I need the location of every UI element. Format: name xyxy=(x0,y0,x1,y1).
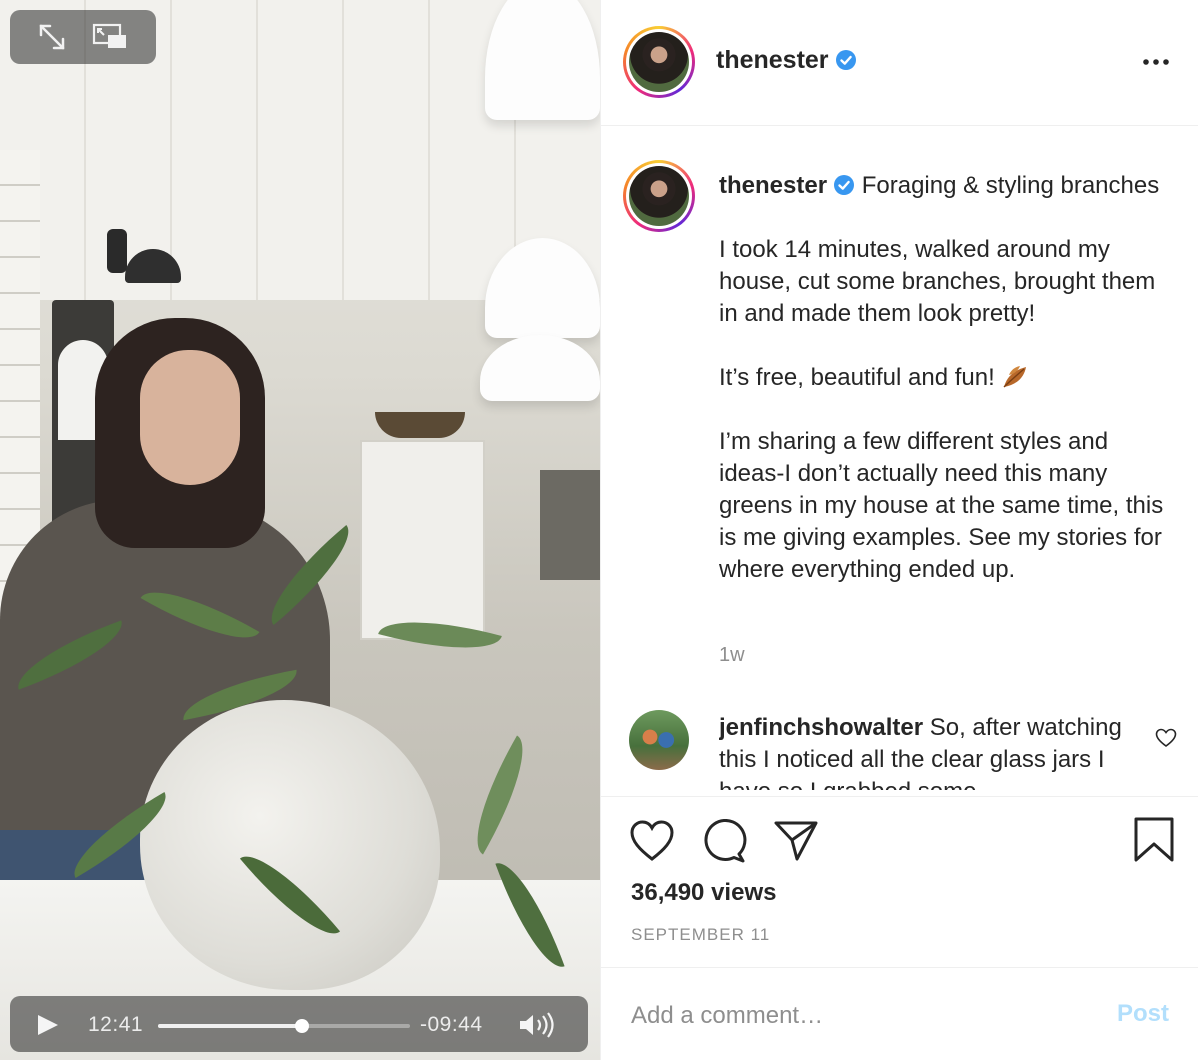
post-caption: thenester Foraging & styling branches I … xyxy=(719,170,1179,586)
caption-paragraph: I took 14 minutes, walked around my hous… xyxy=(719,236,1156,327)
post-actions: 36,490 views SEPTEMBER 11 xyxy=(601,796,1198,968)
bookmark-icon[interactable] xyxy=(1131,817,1177,862)
post-comment-button[interactable]: Post xyxy=(1117,1000,1169,1028)
volume-icon[interactable] xyxy=(518,1012,558,1038)
post-author[interactable]: thenester xyxy=(716,46,857,75)
video-scene-sconce xyxy=(105,225,181,285)
video-scene-cabinet xyxy=(540,470,600,580)
video-remaining-time: -09:44 xyxy=(420,1013,483,1036)
fallen-leaf-emoji-icon xyxy=(1001,364,1029,390)
video-scene-bowl xyxy=(375,412,465,438)
commenter-username[interactable]: jenfinchshowalter xyxy=(719,714,923,741)
video-scene-leaf xyxy=(457,735,543,855)
play-icon[interactable] xyxy=(36,1014,60,1036)
video-scene-pendant-low xyxy=(480,335,600,401)
avatar[interactable] xyxy=(623,26,695,98)
video-player[interactable]: 12:41 -09:44 xyxy=(0,0,600,1060)
caption-paragraph: It’s free, beautiful and fun! xyxy=(719,364,995,391)
post-date[interactable]: SEPTEMBER 11 xyxy=(631,925,770,945)
author-username[interactable]: thenester xyxy=(716,46,829,74)
video-scrubber-knob[interactable] xyxy=(294,1019,309,1033)
caption-paragraph: I’m sharing a few different styles and i… xyxy=(719,428,1164,583)
video-scene-vase xyxy=(140,700,440,990)
share-icon[interactable] xyxy=(773,819,819,863)
commenter-avatar[interactable] xyxy=(629,710,689,770)
comment: jenfinchshowalter So, after watching thi… xyxy=(719,712,1139,790)
caption-username[interactable]: thenester xyxy=(719,172,827,199)
video-scene-pendant-top xyxy=(485,0,600,120)
post-panel: thenester thenester Foraging & styling b… xyxy=(600,0,1198,1060)
verified-badge-icon xyxy=(835,49,857,71)
more-options-icon[interactable] xyxy=(1141,52,1171,72)
verified-badge-icon xyxy=(833,173,855,195)
caption-avatar[interactable] xyxy=(623,160,695,232)
comment-icon[interactable] xyxy=(701,818,747,863)
video-scene-person-face xyxy=(140,350,240,485)
video-elapsed-time: 12:41 xyxy=(88,1013,144,1036)
view-count[interactable]: 36,490 views xyxy=(631,879,776,907)
post-header: thenester xyxy=(601,0,1198,126)
expand-icon[interactable] xyxy=(36,22,68,52)
picture-in-picture-icon[interactable] xyxy=(92,22,126,52)
caption-paragraph-line: It’s free, beautiful and fun! xyxy=(719,362,1179,394)
caption-title: Foraging & styling branches xyxy=(861,172,1160,199)
video-scrubber[interactable] xyxy=(158,1019,410,1033)
video-bottom-controls: 12:41 -09:44 xyxy=(10,996,588,1052)
caption-timestamp[interactable]: 1w xyxy=(719,644,745,667)
video-scene-fridge xyxy=(360,440,485,640)
video-top-controls xyxy=(10,10,156,64)
comment-input[interactable] xyxy=(631,996,1101,1036)
video-progress-fill xyxy=(158,1024,302,1028)
comment-like-heart-icon[interactable] xyxy=(1155,728,1177,748)
heart-icon[interactable] xyxy=(629,819,675,863)
